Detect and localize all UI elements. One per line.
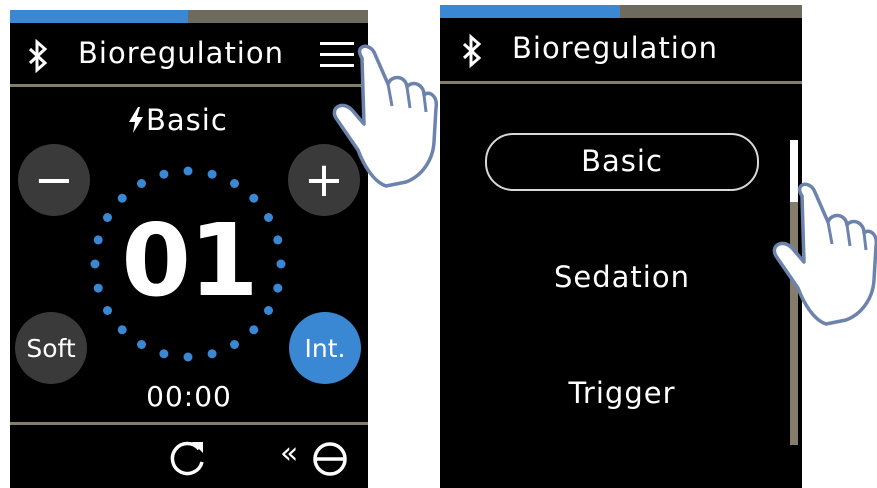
- page-title: Bioregulation: [512, 31, 718, 65]
- intensity-dot: [159, 169, 169, 179]
- intensity-dot: [230, 179, 239, 188]
- intensity-dot: [103, 306, 112, 315]
- intensity-dot: [183, 166, 193, 176]
- back-arrows[interactable]: «: [280, 436, 298, 471]
- intensity-dot: [93, 283, 103, 293]
- intensive-button[interactable]: Int.: [289, 312, 361, 384]
- progress-bar: [440, 5, 802, 18]
- footer-divider: [10, 422, 368, 425]
- intensity-dot: [276, 259, 286, 269]
- progress-fill: [440, 5, 620, 18]
- progress-remaining: [620, 5, 802, 18]
- intensity-dot: [103, 213, 112, 222]
- intensity-dot: [264, 306, 273, 315]
- intensity-dot: [207, 169, 217, 179]
- option-basic[interactable]: Basic: [485, 144, 759, 178]
- intensity-dot: [90, 259, 100, 269]
- pointing-hand-icon-2: [772, 182, 877, 326]
- intensity-dot: [207, 349, 217, 359]
- pointing-hand-icon: [332, 44, 439, 188]
- main-screen: Bioregulation Basic − + 01 Soft Int. 00:…: [10, 10, 368, 488]
- intensity-dot: [230, 340, 239, 349]
- circle-exit-icon[interactable]: [310, 438, 350, 478]
- intensity-dot: [117, 325, 127, 335]
- intensity-dot: [264, 213, 273, 222]
- soft-button[interactable]: Soft: [15, 312, 87, 384]
- intensity-dot: [93, 235, 103, 245]
- level-value: 01: [121, 202, 258, 319]
- bluetooth-icon: [462, 33, 482, 69]
- header-divider: [440, 81, 802, 84]
- intensity-dot: [249, 325, 259, 335]
- mode-menu-screen: Bioregulation Basic Sedation Trigger: [440, 5, 802, 488]
- option-trigger[interactable]: Trigger: [485, 376, 759, 410]
- intensity-dot: [137, 179, 146, 188]
- intensity-dot: [273, 283, 283, 293]
- intensity-dot: [273, 235, 283, 245]
- intensity-dot: [159, 349, 169, 359]
- intensity-dot: [137, 340, 146, 349]
- option-sedation[interactable]: Sedation: [485, 260, 759, 294]
- refresh-icon[interactable]: [168, 438, 208, 478]
- timer: 00:00: [146, 380, 232, 413]
- intensity-dot: [183, 352, 193, 362]
